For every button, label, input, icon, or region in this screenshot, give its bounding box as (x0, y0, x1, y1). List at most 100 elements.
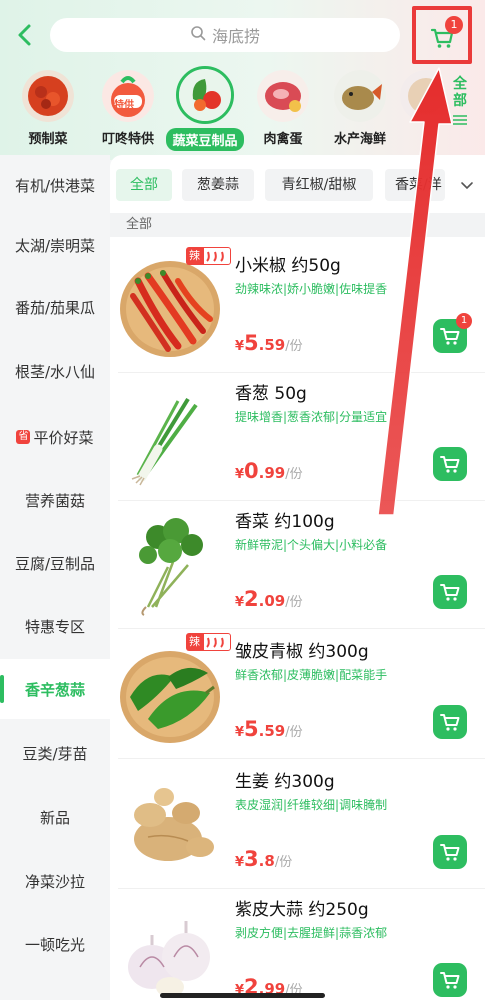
filter-chip-cilantro[interactable]: 香菜/洋 (385, 169, 445, 201)
sidebar-item-label: 营养菌菇 (24, 491, 85, 510)
sidebar-item-aromatics[interactable]: 香辛葱蒜 (0, 659, 110, 719)
sidebar-item-salad[interactable]: 净菜沙拉 (0, 851, 110, 911)
sidebar-item-label: 太湖/崇明菜 (14, 236, 96, 255)
all-categories-button[interactable]: 全部 (447, 76, 473, 131)
annotation-highlight-box (412, 6, 472, 64)
category-label: 叮咚特供 (101, 132, 154, 147)
search-bar[interactable]: 海底捞 (50, 18, 400, 52)
product-card[interactable]: 辣 皱皮青椒 约300g 鲜香浓郁|皮薄脆嫩|配菜能手 ¥5.59/份 (110, 631, 485, 759)
product-card[interactable]: 生姜 约300g 表皮湿润|纤维较细|调味腌制 ¥3.8/份 (110, 761, 485, 889)
sidebar-item-label: 净菜沙拉 (24, 872, 85, 891)
sidebar-item-tofu[interactable]: 豆腐/豆制品 (0, 533, 110, 593)
sidebar-item-label: 特惠专区 (24, 617, 85, 636)
save-tag: 省 (16, 430, 31, 444)
price-integer: 3 (244, 847, 259, 871)
product-card[interactable]: 香葱 50g 提味增香|葱香浓郁|分量适宜 ¥0.99/份 (110, 373, 485, 501)
search-icon (190, 25, 206, 45)
category-more-peek[interactable] (400, 64, 440, 122)
product-name: 香菜 约100g (235, 512, 335, 532)
special-offer-image: 特供 (102, 70, 154, 122)
cart-icon (433, 844, 467, 873)
add-to-cart-button[interactable]: 1 (433, 313, 472, 353)
sidebar-item-organic[interactable]: 有机/供港菜 (0, 155, 110, 215)
price-unit: /份 (285, 725, 303, 740)
sidebar-item-new[interactable]: 新品 (0, 787, 110, 847)
category-label: 预制菜 (28, 132, 68, 147)
price-unit: /份 (285, 467, 303, 482)
cart-icon (433, 714, 467, 743)
category-label: 水产海鲜 (333, 132, 386, 147)
filter-chip-scallion[interactable]: 葱姜蒜 (182, 169, 254, 201)
home-indicator (160, 993, 325, 998)
price-unit: /份 (285, 339, 303, 354)
chili-icon (203, 247, 231, 265)
spicy-badge: 辣 (186, 247, 231, 265)
divider (118, 628, 485, 629)
more-category-image (400, 70, 440, 122)
divider (118, 758, 485, 759)
cart-icon (433, 456, 467, 485)
price-decimal: .09 (258, 592, 286, 610)
scallion-image (118, 379, 222, 489)
product-list-panel: 全部 葱姜蒜 青红椒/甜椒 香菜/洋 全部 辣 小米椒 约50g 劲辣味浓|娇小… (110, 155, 485, 1000)
product-price: ¥3.8/份 (235, 847, 292, 871)
sidebar-item-label: 豆类/芽苗 (22, 744, 88, 763)
price-currency: ¥ (235, 855, 245, 870)
back-arrow-icon[interactable] (10, 20, 40, 50)
filter-chip-peppers[interactable]: 青红椒/甜椒 (265, 169, 373, 201)
sidebar-item-deals[interactable]: 特惠专区 (0, 596, 110, 656)
add-to-cart-button[interactable] (433, 963, 467, 997)
category-seafood[interactable]: 水产海鲜 (320, 64, 400, 147)
product-name: 香葱 50g (235, 384, 307, 404)
chevron-down-icon[interactable] (457, 175, 477, 195)
spicy-label: 辣 (186, 633, 203, 651)
filter-chip-all[interactable]: 全部 (116, 169, 172, 201)
product-name: 皱皮青椒 约300g (235, 642, 369, 662)
ginger-image (118, 767, 222, 877)
menu-lines-icon (447, 114, 473, 131)
add-to-cart-button[interactable] (433, 575, 467, 609)
sidebar-item-tomato[interactable]: 番茄/茄果瓜 (0, 277, 110, 337)
spicy-badge: 辣 (186, 633, 231, 651)
price-unit: /份 (285, 595, 303, 610)
product-name: 生姜 约300g (235, 772, 335, 792)
chili-icon (203, 633, 231, 651)
category-sidebar: 有机/供港菜 太湖/崇明菜 番茄/茄果瓜 根茎/水八仙 省平价好菜 营养菌菇 豆… (0, 155, 110, 1000)
category-meat[interactable]: 肉禽蛋 (243, 64, 323, 147)
product-price: ¥0.99/份 (235, 459, 303, 483)
product-card[interactable]: 紫皮大蒜 约250g 剥皮方便|去腥提鲜|蒜香浓郁 ¥2.99/份 (110, 889, 485, 1000)
price-currency: ¥ (235, 595, 245, 610)
price-integer: 5 (244, 717, 259, 741)
sidebar-item-taihu[interactable]: 太湖/崇明菜 (0, 215, 110, 275)
price-currency: ¥ (235, 467, 245, 482)
chili-pepper-image: 辣 (118, 247, 231, 361)
price-decimal: .59 (258, 336, 286, 354)
green-pepper-image: 辣 (118, 633, 231, 747)
price-integer: 0 (244, 459, 259, 483)
sidebar-item-roots[interactable]: 根茎/水八仙 (0, 341, 110, 401)
category-label: 蔬菜豆制品 (166, 128, 244, 151)
product-description: 剥皮方便|去腥提鲜|蒜香浓郁 (235, 926, 388, 940)
add-to-cart-button[interactable] (433, 705, 467, 739)
product-card[interactable]: 香菜 约100g 新鲜带泥|个头偏大|小料必备 ¥2.09/份 (110, 501, 485, 629)
sidebar-item-budget[interactable]: 省平价好菜 (0, 407, 110, 467)
product-price: ¥5.59/份 (235, 717, 303, 741)
add-to-cart-button[interactable] (433, 447, 467, 481)
sidebar-item-beans[interactable]: 豆类/芽苗 (0, 723, 110, 783)
sidebar-item-label: 平价好菜 (33, 428, 94, 447)
category-label: 肉禽蛋 (263, 132, 303, 147)
sidebar-item-label: 番茄/茄果瓜 (14, 298, 96, 317)
sidebar-item-mushroom[interactable]: 营养菌菇 (0, 470, 110, 530)
category-prepared[interactable]: 预制菜 (8, 64, 88, 147)
sidebar-item-label: 豆腐/豆制品 (14, 554, 96, 573)
sidebar-item-one-meal[interactable]: 一顿吃光 (0, 914, 110, 974)
category-vegetables[interactable]: 蔬菜豆制品 (165, 64, 245, 151)
category-special[interactable]: 特供 叮咚特供 (88, 64, 168, 147)
product-price: ¥2.09/份 (235, 587, 303, 611)
cilantro-image (118, 507, 222, 617)
add-to-cart-button[interactable] (433, 835, 467, 869)
cart-icon (433, 584, 467, 613)
sidebar-item-label: 根茎/水八仙 (14, 362, 96, 381)
product-card[interactable]: 辣 小米椒 约50g 劲辣味浓|娇小脆嫩|佐味提香 ¥5.59/份 1 (110, 245, 485, 373)
product-name: 小米椒 约50g (235, 256, 341, 276)
